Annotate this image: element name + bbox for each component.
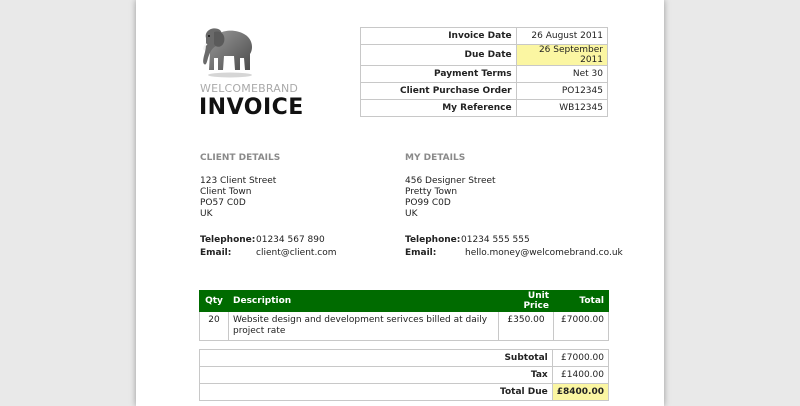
- meta-row: Payment Terms Net 30: [360, 65, 609, 83]
- my-address-line: Pretty Town: [405, 187, 458, 197]
- totals-row: Total Due £8400.00: [199, 383, 610, 401]
- my-telephone: 01234 555 555: [461, 235, 530, 245]
- client-address-line: 123 Client Street: [200, 176, 277, 186]
- meta-row: Client Purchase Order PO12345: [360, 82, 609, 100]
- meta-row: Due Date 26 September 2011: [360, 44, 609, 66]
- meta-label: Due Date: [360, 44, 517, 66]
- my-address: 456 Designer Street Pretty Town PO99 C0D…: [405, 176, 496, 220]
- client-address-line: PO57 C0D: [200, 198, 246, 208]
- client-telephone: 01234 567 890: [256, 235, 325, 245]
- meta-row: Invoice Date 26 August 2011: [360, 27, 609, 45]
- unit-price-column-header: Unit Price: [498, 290, 554, 312]
- line-items-table: Qty Description Unit Price Total 20 Webs…: [199, 290, 609, 341]
- table-row: 20 Website design and development serivc…: [199, 311, 609, 341]
- client-contact: Telephone:01234 567 890 Email: client@cli…: [200, 234, 337, 260]
- document-title: INVOICE: [199, 95, 304, 120]
- item-unit-price: £350.00: [498, 311, 554, 341]
- totals-value: £8400.00: [551, 383, 610, 401]
- meta-label: Client Purchase Order: [360, 82, 517, 100]
- meta-value: 26 September 2011: [515, 44, 609, 66]
- invoice-meta-table: Invoice Date 26 August 2011 Due Date 26 Sep…: [360, 27, 609, 117]
- total-column-header: Total: [553, 290, 609, 312]
- client-address-line: UK: [200, 209, 213, 219]
- item-total: £7000.00: [553, 311, 609, 341]
- elephant-logo-icon: [203, 28, 252, 78]
- totals-table: Subtotal £7000.00 Tax £1400.00 Total Due £840…: [199, 349, 610, 401]
- brand-name: WELCOMEBRAND: [200, 82, 299, 95]
- item-description: Website design and development serivces …: [228, 311, 499, 341]
- meta-label: My Reference: [360, 99, 517, 117]
- description-column-header: Description: [228, 290, 499, 312]
- my-details-heading: MY DETAILS: [405, 153, 466, 163]
- qty-column-header: Qty: [199, 290, 229, 312]
- totals-row: Tax £1400.00: [199, 366, 610, 384]
- my-contact: Telephone:01234 555 555 Email: hello.mone…: [405, 234, 623, 260]
- invoice-page: WELCOMEBRAND INVOICE Invoice Date 26 Augu…: [136, 0, 664, 406]
- meta-value: PO12345: [515, 82, 609, 100]
- client-email[interactable]: client@client.com: [256, 248, 337, 258]
- totals-label: Tax: [199, 366, 553, 384]
- meta-value: Net 30: [515, 65, 609, 83]
- client-email-label: Email:: [200, 248, 232, 258]
- totals-label: Subtotal: [199, 349, 553, 367]
- meta-value: WB12345: [515, 99, 609, 117]
- meta-value: 26 August 2011: [515, 27, 609, 45]
- my-email-label: Email:: [405, 248, 437, 258]
- client-telephone-label: Telephone:: [200, 235, 256, 245]
- totals-value: £7000.00: [551, 349, 610, 367]
- totals-row: Subtotal £7000.00: [199, 349, 610, 367]
- meta-label: Invoice Date: [360, 27, 517, 45]
- my-address-line: PO99 C0D: [405, 198, 451, 208]
- meta-label: Payment Terms: [360, 65, 517, 83]
- item-qty: 20: [199, 311, 229, 341]
- my-telephone-label: Telephone:: [405, 235, 461, 245]
- client-address-line: Client Town: [200, 187, 252, 197]
- my-address-line: 456 Designer Street: [405, 176, 496, 186]
- client-details-heading: CLIENT DETAILS: [200, 153, 281, 163]
- totals-label: Total Due: [199, 383, 553, 401]
- my-email[interactable]: hello.money@welcomebrand.co.uk: [465, 248, 623, 258]
- client-address: 123 Client Street Client Town PO57 C0D U…: [200, 176, 276, 220]
- my-address-line: UK: [405, 209, 418, 219]
- meta-row: My Reference WB12345: [360, 99, 609, 117]
- totals-value: £1400.00: [551, 366, 610, 384]
